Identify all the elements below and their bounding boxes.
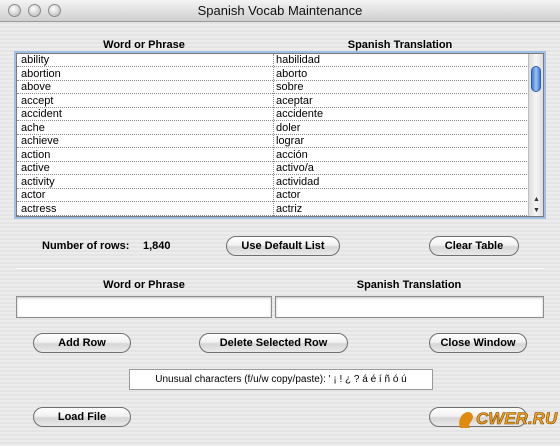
word-cell: above xyxy=(21,81,51,93)
title-bar: Spanish Vocab Maintenance xyxy=(0,0,560,22)
row-count-label: Number of rows: xyxy=(42,240,130,252)
add-row-button[interactable]: Add Row xyxy=(33,333,131,353)
word-cell: abortion xyxy=(21,67,61,80)
word-cell: accept xyxy=(21,94,54,107)
translation-cell: sobre xyxy=(276,81,304,93)
watermark-swirl xyxy=(459,411,473,428)
translation-field-label: Spanish Translation xyxy=(356,279,462,291)
clear-table-button[interactable]: Clear Table xyxy=(429,236,519,256)
translation-cell: activo/a xyxy=(276,162,314,174)
translation-cell: actividad xyxy=(276,175,320,188)
word-cell: action xyxy=(21,148,51,161)
translation-cell: lograr xyxy=(276,135,305,147)
word-cell: active xyxy=(21,162,50,174)
word-cell: ache xyxy=(21,121,45,134)
vocab-table[interactable]: ability habilidad abortion aborto above sobre… xyxy=(16,53,544,217)
table-header-word[interactable]: Word or Phrase xyxy=(16,39,272,51)
word-cell: accident xyxy=(21,108,62,120)
load-file-button[interactable]: Load File xyxy=(33,407,131,427)
translation-cell: acción xyxy=(276,148,308,161)
use-default-list-button[interactable]: Use Default List xyxy=(226,236,340,256)
cwer-watermark-logo: CWER.RU xyxy=(459,409,558,428)
word-field-label: Word or Phrase xyxy=(103,279,185,291)
word-input[interactable] xyxy=(16,296,272,318)
row-count-value: 1,840 xyxy=(143,240,171,252)
close-window-button[interactable]: Close Window xyxy=(429,333,527,353)
translation-cell: actor xyxy=(276,189,301,201)
word-cell: achieve xyxy=(21,135,59,147)
translation-cell: accidente xyxy=(276,108,324,120)
app-window: Spanish Vocab Maintenance Word or Phrase… xyxy=(0,0,560,446)
word-cell: actor xyxy=(21,189,46,201)
word-cell: activity xyxy=(21,175,55,188)
word-cell: ability xyxy=(21,54,50,66)
scroll-down-arrow-icon[interactable]: ▼ xyxy=(529,205,544,216)
scroll-thumb[interactable] xyxy=(531,66,541,92)
delete-selected-row-button[interactable]: Delete Selected Row xyxy=(199,333,348,353)
scroll-up-arrow-icon[interactable]: ▲ xyxy=(529,194,544,205)
translation-cell: habilidad xyxy=(276,54,321,66)
vertical-scrollbar[interactable]: ▲ ▼ xyxy=(528,54,543,216)
unusual-characters-box[interactable]: Unusual characters (f/u/w copy/paste): '… xyxy=(129,369,433,390)
word-cell: actress xyxy=(21,202,57,215)
column-divider xyxy=(273,54,274,216)
watermark-text: CWER.RU xyxy=(476,409,558,428)
translation-input[interactable] xyxy=(275,296,544,318)
translation-cell: aceptar xyxy=(276,94,313,107)
translation-cell: aborto xyxy=(276,67,308,80)
translation-cell: doler xyxy=(276,121,301,134)
window-title: Spanish Vocab Maintenance xyxy=(197,3,363,18)
table-header-translation[interactable]: Spanish Translation xyxy=(272,39,528,51)
translation-cell: actriz xyxy=(276,202,303,215)
section-divider xyxy=(16,268,544,269)
